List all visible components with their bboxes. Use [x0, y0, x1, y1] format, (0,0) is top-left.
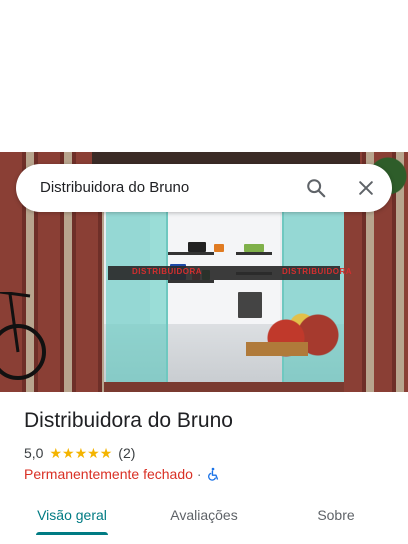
review-count[interactable]: (2) [118, 445, 135, 461]
star-icon: ★ [87, 445, 100, 461]
rating-row[interactable]: 5,0 ★ ★ ★ ★ ★ (2) [24, 444, 135, 462]
shelf [166, 252, 214, 255]
door-sign-text-right: DISTRIBUIDORA [282, 267, 353, 276]
shelf-product [214, 244, 224, 252]
shelf-product [244, 244, 264, 252]
close-icon[interactable] [352, 174, 380, 202]
star-rating: ★ ★ ★ ★ ★ [49, 446, 112, 460]
rating-value: 5,0 [24, 445, 44, 461]
active-tab-indicator [36, 532, 108, 535]
search-bar[interactable]: Distribuidora do Bruno [16, 164, 392, 212]
map-blank-area [0, 0, 408, 152]
status-row: Permanentemente fechado · [24, 465, 220, 483]
search-input[interactable]: Distribuidora do Bruno [40, 179, 189, 196]
shelf [236, 252, 272, 255]
status-text: Permanentemente fechado [24, 466, 193, 482]
place-title: Distribuidora do Bruno [24, 409, 233, 432]
tab-overview[interactable]: Visão geral [30, 496, 114, 534]
wooden-pallet [246, 342, 308, 356]
star-icon: ★ [74, 445, 88, 461]
status-separator: · [196, 466, 202, 482]
tab-reviews[interactable]: Avaliações [160, 496, 248, 534]
search-icon[interactable] [302, 174, 330, 202]
wheelchair-icon[interactable] [206, 467, 220, 481]
door-sign-text-left: DISTRIBUIDORA [132, 267, 203, 276]
door-lintel [92, 152, 360, 164]
shelf-product [188, 242, 206, 252]
place-tabs: Visão geral Avaliações Sobre [0, 496, 408, 544]
star-icon: ★ [99, 445, 113, 461]
star-icon: ★ [49, 445, 63, 461]
bicycle-image [0, 292, 46, 380]
glass-door-left [106, 210, 168, 382]
tab-about[interactable]: Sobre [306, 496, 366, 534]
star-icon: ★ [62, 445, 75, 461]
shelf [166, 280, 214, 283]
shop-counter [238, 292, 262, 318]
